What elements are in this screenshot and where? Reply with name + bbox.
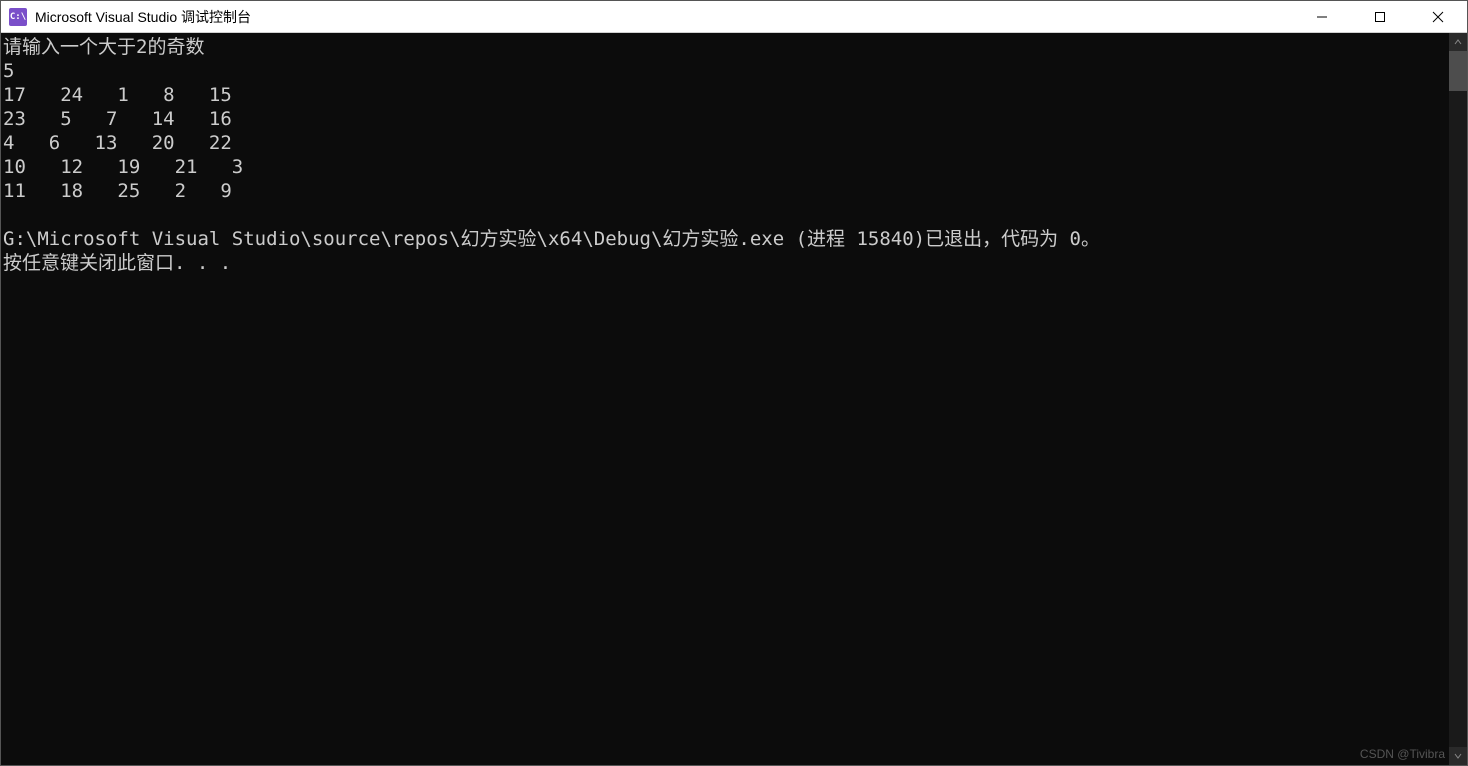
matrix-row: 10 12 19 21 3 bbox=[3, 156, 243, 178]
scroll-up-button[interactable] bbox=[1449, 33, 1467, 51]
app-window: C:\ Microsoft Visual Studio 调试控制台 请输入一个大… bbox=[0, 0, 1468, 766]
matrix-row: 17 24 1 8 15 bbox=[3, 84, 232, 106]
scroll-down-button[interactable] bbox=[1449, 747, 1467, 765]
titlebar[interactable]: C:\ Microsoft Visual Studio 调试控制台 bbox=[1, 1, 1467, 33]
prompt-line: 请输入一个大于2的奇数 bbox=[3, 36, 204, 58]
matrix-row: 11 18 25 2 9 bbox=[3, 180, 232, 202]
window-title: Microsoft Visual Studio 调试控制台 bbox=[35, 7, 251, 27]
vertical-scrollbar[interactable] bbox=[1449, 33, 1467, 765]
scroll-thumb[interactable] bbox=[1449, 51, 1467, 91]
matrix-row: 4 6 13 20 22 bbox=[3, 132, 232, 154]
maximize-icon bbox=[1374, 11, 1386, 23]
close-button[interactable] bbox=[1409, 1, 1467, 32]
minimize-button[interactable] bbox=[1293, 1, 1351, 32]
scroll-track[interactable] bbox=[1449, 91, 1467, 747]
console-area: 请输入一个大于2的奇数 5 17 24 1 8 15 23 5 7 14 16 … bbox=[1, 33, 1467, 765]
chevron-up-icon bbox=[1454, 38, 1462, 46]
console-output[interactable]: 请输入一个大于2的奇数 5 17 24 1 8 15 23 5 7 14 16 … bbox=[1, 33, 1449, 765]
watermark-text: CSDN @Tivibra bbox=[1360, 747, 1445, 761]
window-controls bbox=[1293, 1, 1467, 32]
exit-line: G:\Microsoft Visual Studio\source\repos\… bbox=[3, 228, 1100, 250]
press-key-line: 按任意键关闭此窗口. . . bbox=[3, 252, 231, 274]
app-icon: C:\ bbox=[9, 8, 27, 26]
minimize-icon bbox=[1316, 11, 1328, 23]
app-icon-text: C:\ bbox=[10, 12, 26, 22]
input-line: 5 bbox=[3, 60, 14, 82]
matrix-row: 23 5 7 14 16 bbox=[3, 108, 232, 130]
close-icon bbox=[1432, 11, 1444, 23]
chevron-down-icon bbox=[1454, 752, 1462, 760]
maximize-button[interactable] bbox=[1351, 1, 1409, 32]
